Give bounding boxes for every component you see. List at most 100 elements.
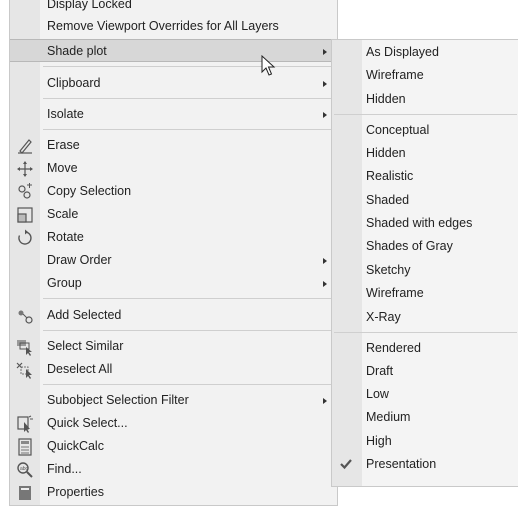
submenu-item-wireframe[interactable]: Wireframe [332, 64, 518, 87]
menu-item-label: Remove Viewport Overrides for All Layers [47, 19, 279, 33]
menu-separator [43, 330, 335, 331]
menu-item-label: Quick Select... [47, 416, 128, 430]
menu-item-deselect-all[interactable]: Deselect All [10, 358, 337, 381]
submenu-item-shaded[interactable]: Shaded [332, 189, 518, 212]
menu-item-label: Hidden [366, 92, 406, 106]
submenu-item-shades-of-gray[interactable]: Shades of Gray [332, 235, 518, 258]
properties-icon [16, 484, 34, 502]
menu-item-label: Wireframe [366, 286, 424, 300]
menu-item-label: Shaded with edges [366, 216, 473, 230]
menu-item-label: High [366, 434, 392, 448]
submenu-item-wireframe-style[interactable]: Wireframe [332, 282, 518, 305]
menu-separator [334, 114, 517, 115]
copy-selection-icon [16, 183, 34, 201]
menu-item-select-similar[interactable]: Select Similar [10, 335, 337, 358]
context-menu: Display Locked Remove Viewport Overrides… [9, 0, 338, 506]
svg-text:abc: abc [20, 466, 29, 472]
menu-item-scale[interactable]: Scale [10, 203, 337, 226]
submenu-arrow-icon [323, 258, 327, 264]
menu-item-label: Copy Selection [47, 184, 132, 198]
menu-separator [43, 129, 335, 130]
menu-item-move[interactable]: Move [10, 157, 337, 180]
menu-item-quick-select[interactable]: Quick Select... [10, 412, 337, 435]
menu-item-label: Erase [47, 138, 80, 152]
add-selected-icon [16, 307, 34, 325]
menu-item-remove-viewport-overrides[interactable]: Remove Viewport Overrides for All Layers [10, 15, 337, 38]
menu-item-label: Wireframe [366, 68, 424, 82]
menu-item-label: Scale [47, 207, 79, 221]
menu-item-label: Rendered [366, 341, 421, 355]
shade-plot-submenu: As Displayed Wireframe Hidden Conceptual… [331, 39, 518, 487]
menu-item-shade-plot[interactable]: Shade plot [10, 39, 337, 62]
menu-item-label: Low [366, 387, 389, 401]
submenu-item-as-displayed[interactable]: As Displayed [332, 41, 518, 64]
scale-icon [16, 206, 34, 224]
submenu-item-low[interactable]: Low [332, 383, 518, 406]
menu-item-label: Shades of Gray [366, 239, 453, 253]
submenu-arrow-icon [323, 49, 327, 55]
menu-item-label: Shade plot [47, 44, 107, 58]
menu-item-label: Select Similar [47, 339, 124, 353]
quick-select-icon [16, 415, 34, 433]
menu-item-subobject-selection-filter[interactable]: Subobject Selection Filter [10, 389, 337, 412]
menu-item-erase[interactable]: Erase [10, 134, 337, 157]
menu-item-isolate[interactable]: Isolate [10, 103, 337, 126]
menu-item-label: Clipboard [47, 76, 101, 90]
menu-item-add-selected[interactable]: Add Selected [10, 304, 337, 327]
submenu-item-draft[interactable]: Draft [332, 360, 518, 383]
deselect-all-icon [16, 361, 34, 379]
menu-item-display-locked[interactable]: Display Locked [10, 0, 337, 16]
menu-item-clipboard[interactable]: Clipboard [10, 72, 337, 95]
submenu-item-shaded-with-edges[interactable]: Shaded with edges [332, 212, 518, 235]
submenu-item-realistic[interactable]: Realistic [332, 165, 518, 188]
submenu-item-x-ray[interactable]: X-Ray [332, 306, 518, 329]
menu-item-label: X-Ray [366, 310, 401, 324]
submenu-item-sketchy[interactable]: Sketchy [332, 259, 518, 282]
menu-separator [334, 332, 517, 333]
erase-icon [16, 137, 34, 155]
submenu-arrow-icon [323, 398, 327, 404]
menu-item-label: Add Selected [47, 308, 122, 322]
menu-item-label: As Displayed [366, 45, 439, 59]
submenu-arrow-icon [323, 81, 327, 87]
menu-item-label: Subobject Selection Filter [47, 393, 189, 407]
menu-separator [43, 66, 335, 67]
menu-item-label: Realistic [366, 169, 414, 183]
menu-item-quickcalc[interactable]: QuickCalc [10, 435, 337, 458]
menu-item-group[interactable]: Group [10, 272, 337, 295]
submenu-item-medium[interactable]: Medium [332, 406, 518, 429]
menu-item-label: Move [47, 161, 78, 175]
submenu-item-rendered[interactable]: Rendered [332, 337, 518, 360]
submenu-item-conceptual[interactable]: Conceptual [332, 119, 518, 142]
submenu-item-hidden[interactable]: Hidden [332, 88, 518, 111]
menu-item-label: Find... [47, 462, 82, 476]
menu-item-label: Draft [366, 364, 394, 378]
menu-separator [43, 298, 335, 299]
menu-item-label: Group [47, 276, 82, 290]
menu-item-properties[interactable]: Properties [10, 481, 337, 504]
submenu-arrow-icon [323, 112, 327, 118]
submenu-item-hidden-style[interactable]: Hidden [332, 142, 518, 165]
menu-item-label: Shaded [366, 193, 410, 207]
menu-item-find[interactable]: abc Find... [10, 458, 337, 481]
menu-item-label: Presentation [366, 457, 437, 471]
menu-item-copy-selection[interactable]: Copy Selection [10, 180, 337, 203]
submenu-item-presentation[interactable]: Presentation [332, 453, 518, 476]
calculator-icon [16, 438, 34, 456]
menu-item-label: Hidden [366, 146, 406, 160]
move-icon [16, 160, 34, 178]
menu-item-label: Rotate [47, 230, 84, 244]
mouse-pointer-icon [261, 54, 277, 77]
menu-item-label: Medium [366, 410, 411, 424]
menu-item-rotate[interactable]: Rotate [10, 226, 337, 249]
menu-item-label: QuickCalc [47, 439, 104, 453]
submenu-item-high[interactable]: High [332, 430, 518, 453]
rotate-icon [16, 229, 34, 247]
checkmark-icon [339, 457, 353, 471]
menu-item-draw-order[interactable]: Draw Order [10, 249, 337, 272]
menu-item-label: Conceptual [366, 123, 430, 137]
menu-separator [43, 384, 335, 385]
menu-item-label: Display Locked [47, 0, 132, 11]
menu-item-label: Deselect All [47, 362, 113, 376]
menu-separator [43, 98, 335, 99]
